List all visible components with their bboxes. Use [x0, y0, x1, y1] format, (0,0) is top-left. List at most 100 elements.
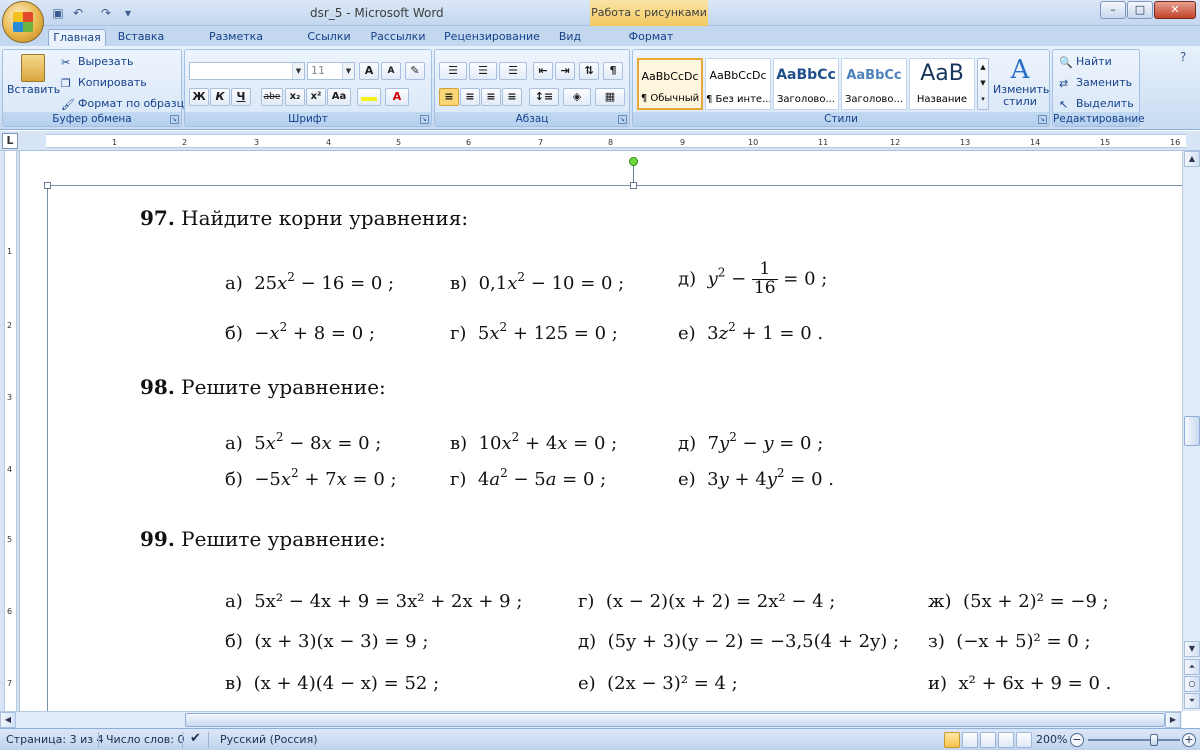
close-button[interactable]: ✕ [1154, 1, 1196, 19]
clipboard-launcher-icon[interactable]: ↘ [170, 115, 179, 124]
cut-button[interactable]: ✂ Вырезать [61, 54, 133, 70]
clear-formatting-button[interactable]: ✎ [405, 62, 425, 80]
tab-insert[interactable]: Вставка [112, 29, 170, 47]
strikethrough-button[interactable]: abe [261, 88, 283, 106]
tab-review[interactable]: Рецензирование [440, 29, 544, 47]
redo-icon[interactable]: ↷ [98, 5, 114, 21]
web-layout-view-icon[interactable] [980, 732, 996, 748]
font-launcher-icon[interactable]: ↘ [420, 115, 429, 124]
bullets-button[interactable]: ☰ [439, 62, 467, 80]
tab-view[interactable]: Вид [552, 29, 588, 47]
document-area[interactable]: 97. Найдите корни уравнения: а) 25x2 − 1… [20, 151, 1182, 711]
multilevel-button[interactable]: ☰ [499, 62, 527, 80]
borders-button[interactable]: ▦ [595, 88, 625, 106]
horizontal-scroll-thumb[interactable] [185, 713, 1165, 727]
customize-qat-icon[interactable]: ▾ [120, 5, 136, 21]
line-spacing-button[interactable]: ↕≡ [529, 88, 559, 106]
scroll-left-icon[interactable]: ◀ [0, 712, 16, 728]
next-page-icon[interactable]: ⏷ [1184, 693, 1200, 709]
italic-button[interactable]: К [210, 88, 230, 106]
style-heading-2[interactable]: AaBbCc Заголово... [841, 58, 907, 110]
horizontal-scrollbar[interactable]: ◀ ▶ [0, 711, 1182, 728]
style-normal[interactable]: AaBbCcDc ¶ Обычный [637, 58, 703, 110]
tab-format[interactable]: Формат [620, 29, 682, 47]
shrink-font-button[interactable]: A [381, 62, 401, 80]
style-no-spacing[interactable]: AaBbCcDc ¶ Без инте... [705, 58, 771, 110]
style-heading-1[interactable]: AaBbCc Заголово... [773, 58, 839, 110]
office-button[interactable] [2, 1, 44, 43]
word-count[interactable]: Число слов: 0 [106, 733, 185, 746]
eq-var: x [280, 469, 292, 490]
outline-view-icon[interactable] [998, 732, 1014, 748]
minimize-button[interactable]: – [1100, 1, 1126, 19]
undo-icon[interactable]: ↶ [70, 5, 86, 21]
shading-button[interactable]: ◈ [563, 88, 591, 106]
previous-page-icon[interactable]: ⏶ [1184, 659, 1200, 675]
numbering-button[interactable]: ☰ [469, 62, 497, 80]
eq-97-d: д) y2 − 1 16 = 0 ; [678, 260, 827, 298]
tab-mailings[interactable]: Рассылки [366, 29, 430, 47]
language-indicator[interactable]: Русский (Россия) [220, 733, 318, 746]
tab-references[interactable]: Ссылки [302, 29, 356, 47]
resize-handle-top-left[interactable] [44, 182, 51, 189]
styles-scroll[interactable]: ▲ ▼ ▾ [977, 58, 989, 110]
find-button[interactable]: 🔍 Найти [1059, 54, 1112, 70]
select-button[interactable]: ↖ Выделить [1059, 96, 1134, 112]
zoom-out-icon[interactable]: − [1070, 733, 1084, 747]
print-layout-view-icon[interactable] [944, 732, 960, 748]
font-size-combo[interactable]: 11 ▼ [307, 62, 355, 80]
tab-selector[interactable]: L [2, 133, 18, 149]
paragraph-launcher-icon[interactable]: ↘ [618, 115, 627, 124]
zoom-level[interactable]: 200% [1036, 733, 1067, 746]
copy-button[interactable]: ❐ Копировать [61, 75, 147, 91]
bold-button[interactable]: Ж [189, 88, 209, 106]
align-center-button[interactable]: ≡ [460, 88, 480, 106]
change-case-button[interactable]: Aa [327, 88, 351, 106]
grow-font-button[interactable]: A [359, 62, 379, 80]
underline-button[interactable]: Ч [231, 88, 251, 106]
tab-page-layout[interactable]: Разметка страницы [180, 29, 292, 59]
vertical-ruler[interactable]: 1 2 3 4 5 6 7 [0, 151, 20, 711]
maximize-button[interactable]: □ [1127, 1, 1153, 19]
vertical-scrollbar[interactable]: ▲ ▼ ⏶ ○ ⏷ [1182, 151, 1200, 711]
scroll-right-icon[interactable]: ▶ [1165, 712, 1181, 728]
page-indicator[interactable]: Страница: 3 из 4 [6, 733, 104, 746]
replace-button[interactable]: ⇄ Заменить [1059, 75, 1132, 91]
browse-object-icon[interactable]: ○ [1184, 676, 1200, 692]
format-painter-button[interactable]: 🖌 Формат по образцу [61, 96, 191, 112]
align-right-button[interactable]: ≡ [481, 88, 501, 106]
tab-home[interactable]: Главная [48, 29, 106, 47]
zoom-in-icon[interactable]: + [1182, 733, 1196, 747]
change-styles-button[interactable]: A Изменить стили [993, 56, 1049, 108]
horizontal-ruler[interactable]: 1 2 3 4 5 6 7 8 9 10 11 12 13 14 15 16 [46, 134, 1186, 148]
sort-button[interactable]: ⇅ [579, 62, 599, 80]
proofing-icon[interactable]: ✔ [190, 731, 201, 746]
problem-text: Решите уравнение: [181, 527, 386, 551]
vertical-scroll-thumb[interactable] [1184, 416, 1200, 446]
save-icon[interactable]: ▣ [50, 5, 66, 21]
styles-launcher-icon[interactable]: ↘ [1038, 115, 1047, 124]
zoom-slider-track[interactable] [1088, 739, 1180, 741]
style-title[interactable]: AaB Название [909, 58, 975, 110]
rotation-handle[interactable] [629, 157, 638, 166]
increase-indent-button[interactable]: ⇥ [555, 62, 575, 80]
full-screen-view-icon[interactable] [962, 732, 978, 748]
decrease-indent-button[interactable]: ⇤ [533, 62, 553, 80]
zoom-slider-knob[interactable] [1150, 734, 1158, 746]
scroll-up-icon[interactable]: ▲ [1184, 151, 1200, 167]
resize-handle-top[interactable] [630, 182, 637, 189]
show-marks-button[interactable]: ¶ [603, 62, 623, 80]
subscript-button[interactable]: x₂ [285, 88, 305, 106]
scroll-down-icon[interactable]: ▼ [1184, 641, 1200, 657]
help-icon[interactable]: ? [1180, 50, 1186, 64]
draft-view-icon[interactable] [1016, 732, 1032, 748]
ruler-tick: 14 [1030, 138, 1041, 147]
highlight-button[interactable] [357, 88, 381, 106]
font-name-combo[interactable]: ▼ [189, 62, 305, 80]
paste-button[interactable]: Вставить [7, 54, 60, 112]
font-color-button[interactable]: A [385, 88, 409, 106]
justify-button[interactable]: ≡ [502, 88, 522, 106]
superscript-button[interactable]: x² [306, 88, 326, 106]
eq-98-v: в) 10x2 + 4x = 0 ; [450, 431, 617, 454]
align-left-button[interactable]: ≡ [439, 88, 459, 106]
